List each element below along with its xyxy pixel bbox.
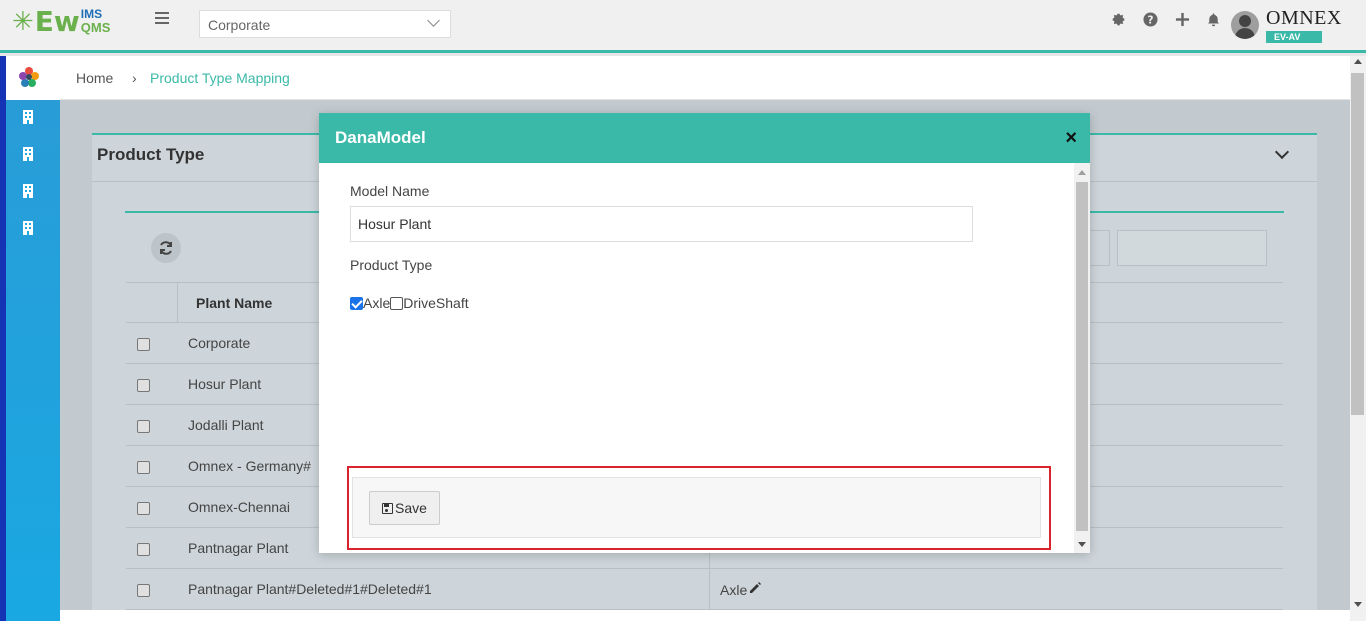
row-checkbox[interactable] [137, 338, 150, 351]
breadcrumb-current: Product Type Mapping [150, 70, 290, 86]
left-sidebar [0, 56, 60, 621]
driveshaft-option-label: DriveShaft [403, 295, 469, 311]
page-scrollbar[interactable] [1350, 56, 1366, 621]
modal-footer: Save [352, 477, 1041, 538]
plant-name-cell: Hosur Plant [188, 376, 262, 392]
axle-checkbox[interactable] [350, 296, 363, 310]
driveshaft-checkbox[interactable] [390, 296, 404, 310]
row-checkbox[interactable] [137, 543, 150, 556]
grid-search-input[interactable] [1117, 230, 1267, 266]
plus-icon[interactable] [1174, 12, 1190, 28]
chevron-down-icon [427, 14, 440, 27]
breadcrumb-home-link[interactable]: Home [76, 70, 113, 86]
pencil-edit-icon[interactable] [748, 581, 762, 598]
scroll-up-arrow-icon[interactable] [1354, 59, 1362, 64]
floppy-save-icon [382, 502, 393, 514]
omnex-brand-logo: OMNEX EV-AV [1266, 7, 1344, 43]
top-bar: ✳ Ew IMS QMS Corporate ? OMNEX EV-AV [0, 0, 1366, 53]
panel-title: Product Type [97, 145, 205, 164]
column-header-plant-name[interactable]: Plant Name [196, 295, 272, 311]
plant-name-cell: Pantnagar Plant#Deleted#1#Deleted#1 [188, 581, 432, 597]
sidebar-building-icon[interactable] [21, 184, 35, 200]
row-checkbox[interactable] [137, 461, 150, 474]
breadcrumb-separator: › [132, 70, 137, 86]
bell-icon[interactable] [1205, 12, 1221, 28]
plant-name-cell: Omnex-Chennai [188, 499, 290, 515]
sidebar-home-tile[interactable] [6, 56, 60, 100]
plant-name-cell: Omnex - Germany# [188, 458, 311, 474]
scroll-down-arrow-icon[interactable] [1078, 542, 1086, 547]
dana-model-dialog: DanaModel × Model Name Product Type Axle… [319, 113, 1090, 553]
sidebar-building-icon[interactable] [21, 147, 35, 163]
product-type-options: Axle DriveShaft [350, 295, 469, 311]
hamburger-menu-icon[interactable] [155, 12, 169, 24]
help-icon[interactable]: ? [1142, 12, 1158, 28]
plant-name-cell: Jodalli Plant [188, 417, 264, 433]
logo-ew-text: Ew [34, 5, 80, 38]
model-name-input[interactable] [350, 206, 973, 242]
logo-qms-text: QMS [80, 20, 111, 35]
logo-star-icon: ✳ [12, 6, 34, 36]
scroll-up-arrow-icon[interactable] [1078, 170, 1086, 175]
row-checkbox[interactable] [137, 379, 150, 392]
row-checkbox[interactable] [137, 420, 150, 433]
axle-option-label: Axle [363, 295, 391, 311]
user-avatar[interactable] [1231, 11, 1259, 39]
modal-title: DanaModel [335, 128, 426, 147]
product-type-cell: Axle [720, 581, 762, 598]
plant-name-cell: Corporate [188, 335, 251, 351]
breadcrumb: Home › Product Type Mapping [60, 56, 1350, 100]
modal-scrollbar[interactable] [1074, 163, 1090, 553]
svg-text:?: ? [1147, 14, 1153, 26]
plant-select-value: Corporate [208, 17, 271, 33]
row-checkbox[interactable] [137, 584, 150, 597]
model-name-label: Model Name [350, 183, 430, 199]
plant-select[interactable]: Corporate [199, 10, 451, 38]
scroll-down-arrow-icon[interactable] [1354, 602, 1362, 607]
header-checkbox-cell [126, 283, 178, 323]
bottom-strip [60, 610, 1350, 621]
product-type-value: Axle [720, 582, 748, 598]
sidebar-building-icon[interactable] [21, 221, 35, 237]
module-flower-icon [19, 67, 39, 87]
save-button[interactable]: Save [369, 491, 440, 525]
product-type-label: Product Type [350, 257, 433, 273]
close-icon[interactable]: × [1065, 128, 1077, 148]
sidebar-building-icon[interactable] [21, 110, 35, 126]
brand-sub: EV-AV [1266, 31, 1322, 43]
row-checkbox[interactable] [137, 502, 150, 515]
refresh-button[interactable] [151, 233, 181, 263]
gear-icon[interactable] [1110, 12, 1126, 28]
table-row[interactable]: Pantnagar Plant#Deleted#1#Deleted#1 Axle [126, 569, 1283, 610]
save-button-label: Save [395, 500, 427, 516]
plant-name-cell: Pantnagar Plant [188, 540, 289, 556]
scrollbar-thumb[interactable] [1351, 73, 1364, 415]
collapse-chevron-icon[interactable] [1274, 144, 1290, 160]
app-logo[interactable]: ✳ Ew IMS QMS [12, 8, 110, 36]
scrollbar-thumb[interactable] [1076, 182, 1088, 531]
refresh-icon [160, 241, 172, 255]
brand-name: OMNEX [1266, 7, 1342, 29]
modal-header: DanaModel × [319, 113, 1090, 163]
